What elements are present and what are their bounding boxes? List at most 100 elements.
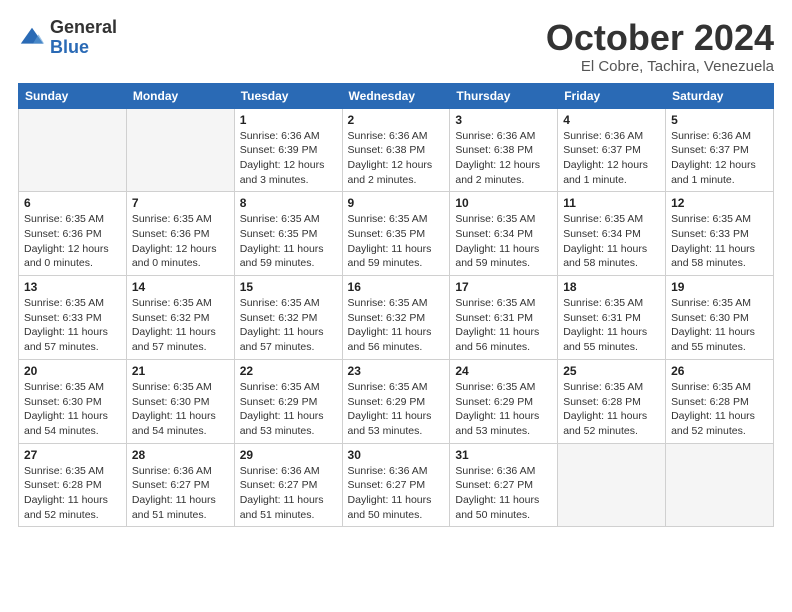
day-number: 12 — [671, 196, 768, 210]
day-number: 7 — [132, 196, 229, 210]
calendar-cell: 20 Sunrise: 6:35 AM Sunset: 6:30 PM Dayli… — [19, 359, 127, 443]
day-number: 27 — [24, 448, 121, 462]
day-info: Sunrise: 6:35 AM Sunset: 6:35 PM Dayligh… — [240, 212, 337, 271]
calendar-header-wednesday: Wednesday — [342, 83, 450, 108]
day-number: 2 — [348, 113, 445, 127]
day-info: Sunrise: 6:36 AM Sunset: 6:27 PM Dayligh… — [348, 464, 445, 523]
calendar-header-sunday: Sunday — [19, 83, 127, 108]
day-number: 23 — [348, 364, 445, 378]
day-info: Sunrise: 6:35 AM Sunset: 6:36 PM Dayligh… — [24, 212, 121, 271]
calendar-cell: 11Sunrise: 6:35 AM Sunset: 6:34 PM Dayli… — [558, 192, 666, 276]
day-number: 19 — [671, 280, 768, 294]
day-info: Sunrise: 6:35 AM Sunset: 6:29 PM Dayligh… — [455, 380, 552, 439]
month-title: October 2024 — [546, 18, 774, 58]
day-number: 28 — [132, 448, 229, 462]
day-number: 9 — [348, 196, 445, 210]
day-info: Sunrise: 6:35 AM Sunset: 6:30 PM Dayligh… — [24, 380, 121, 439]
calendar-cell: 13Sunrise: 6:35 AM Sunset: 6:33 PM Dayli… — [19, 276, 127, 360]
logo-icon — [18, 25, 46, 53]
day-number: 3 — [455, 113, 552, 127]
calendar-cell: 28Sunrise: 6:36 AM Sunset: 6:27 PM Dayli… — [126, 443, 234, 527]
day-info: Sunrise: 6:36 AM Sunset: 6:27 PM Dayligh… — [240, 464, 337, 523]
day-info: Sunrise: 6:36 AM Sunset: 6:38 PM Dayligh… — [455, 129, 552, 188]
day-info: Sunrise: 6:35 AM Sunset: 6:32 PM Dayligh… — [240, 296, 337, 355]
calendar-header-saturday: Saturday — [666, 83, 774, 108]
calendar-week-row: 6 Sunrise: 6:35 AM Sunset: 6:36 PM Daylig… — [19, 192, 774, 276]
calendar-cell: 24 Sunrise: 6:35 AM Sunset: 6:29 PM Dayli… — [450, 359, 558, 443]
day-number: 30 — [348, 448, 445, 462]
day-number: 5 — [671, 113, 768, 127]
day-info: Sunrise: 6:35 AM Sunset: 6:28 PM Dayligh… — [24, 464, 121, 523]
calendar-header-friday: Friday — [558, 83, 666, 108]
calendar-cell: 31Sunrise: 6:36 AM Sunset: 6:27 PM Dayli… — [450, 443, 558, 527]
calendar-header-row: SundayMondayTuesdayWednesdayThursdayFrid… — [19, 83, 774, 108]
calendar-cell: 6 Sunrise: 6:35 AM Sunset: 6:36 PM Daylig… — [19, 192, 127, 276]
day-number: 18 — [563, 280, 660, 294]
calendar: SundayMondayTuesdayWednesdayThursdayFrid… — [18, 83, 774, 528]
day-number: 8 — [240, 196, 337, 210]
day-number: 25 — [563, 364, 660, 378]
location: El Cobre, Tachira, Venezuela — [546, 58, 774, 75]
calendar-cell: 14Sunrise: 6:35 AM Sunset: 6:32 PM Dayli… — [126, 276, 234, 360]
day-info: Sunrise: 6:35 AM Sunset: 6:33 PM Dayligh… — [671, 212, 768, 271]
day-number: 11 — [563, 196, 660, 210]
day-info: Sunrise: 6:35 AM Sunset: 6:28 PM Dayligh… — [671, 380, 768, 439]
day-number: 26 — [671, 364, 768, 378]
calendar-cell: 30 Sunrise: 6:36 AM Sunset: 6:27 PM Dayli… — [342, 443, 450, 527]
day-number: 21 — [132, 364, 229, 378]
day-number: 1 — [240, 113, 337, 127]
day-number: 6 — [24, 196, 121, 210]
day-number: 31 — [455, 448, 552, 462]
calendar-week-row: 20 Sunrise: 6:35 AM Sunset: 6:30 PM Dayli… — [19, 359, 774, 443]
day-info: Sunrise: 6:35 AM Sunset: 6:30 PM Dayligh… — [132, 380, 229, 439]
day-number: 22 — [240, 364, 337, 378]
header: General Blue October 2024 El Cobre, Tach… — [18, 18, 774, 75]
day-info: Sunrise: 6:35 AM Sunset: 6:36 PM Dayligh… — [132, 212, 229, 271]
calendar-cell: 12 Sunrise: 6:35 AM Sunset: 6:33 PM Dayli… — [666, 192, 774, 276]
calendar-cell — [558, 443, 666, 527]
day-number: 16 — [348, 280, 445, 294]
calendar-cell: 8 Sunrise: 6:35 AM Sunset: 6:35 PM Daylig… — [234, 192, 342, 276]
day-info: Sunrise: 6:36 AM Sunset: 6:38 PM Dayligh… — [348, 129, 445, 188]
calendar-cell: 23Sunrise: 6:35 AM Sunset: 6:29 PM Dayli… — [342, 359, 450, 443]
day-info: Sunrise: 6:36 AM Sunset: 6:37 PM Dayligh… — [563, 129, 660, 188]
calendar-cell: 22 Sunrise: 6:35 AM Sunset: 6:29 PM Dayli… — [234, 359, 342, 443]
logo-general: General — [50, 18, 117, 38]
day-info: Sunrise: 6:35 AM Sunset: 6:34 PM Dayligh… — [455, 212, 552, 271]
calendar-week-row: 1 Sunrise: 6:36 AM Sunset: 6:39 PM Daylig… — [19, 108, 774, 192]
day-number: 20 — [24, 364, 121, 378]
day-info: Sunrise: 6:35 AM Sunset: 6:29 PM Dayligh… — [240, 380, 337, 439]
calendar-cell: 17Sunrise: 6:35 AM Sunset: 6:31 PM Dayli… — [450, 276, 558, 360]
calendar-cell: 21 Sunrise: 6:35 AM Sunset: 6:30 PM Dayli… — [126, 359, 234, 443]
calendar-cell: 15 Sunrise: 6:35 AM Sunset: 6:32 PM Dayli… — [234, 276, 342, 360]
calendar-cell: 25 Sunrise: 6:35 AM Sunset: 6:28 PM Dayli… — [558, 359, 666, 443]
calendar-cell: 5 Sunrise: 6:36 AM Sunset: 6:37 PM Daylig… — [666, 108, 774, 192]
calendar-cell: 29Sunrise: 6:36 AM Sunset: 6:27 PM Dayli… — [234, 443, 342, 527]
day-number: 24 — [455, 364, 552, 378]
logo-blue: Blue — [50, 38, 117, 58]
day-info: Sunrise: 6:35 AM Sunset: 6:28 PM Dayligh… — [563, 380, 660, 439]
calendar-week-row: 27 Sunrise: 6:35 AM Sunset: 6:28 PM Dayli… — [19, 443, 774, 527]
day-info: Sunrise: 6:36 AM Sunset: 6:37 PM Dayligh… — [671, 129, 768, 188]
day-info: Sunrise: 6:35 AM Sunset: 6:31 PM Dayligh… — [563, 296, 660, 355]
day-number: 4 — [563, 113, 660, 127]
calendar-cell: 3 Sunrise: 6:36 AM Sunset: 6:38 PM Daylig… — [450, 108, 558, 192]
calendar-cell: 27 Sunrise: 6:35 AM Sunset: 6:28 PM Dayli… — [19, 443, 127, 527]
calendar-cell — [666, 443, 774, 527]
calendar-cell — [19, 108, 127, 192]
day-info: Sunrise: 6:36 AM Sunset: 6:39 PM Dayligh… — [240, 129, 337, 188]
day-info: Sunrise: 6:35 AM Sunset: 6:32 PM Dayligh… — [132, 296, 229, 355]
calendar-cell: 26 Sunrise: 6:35 AM Sunset: 6:28 PM Dayli… — [666, 359, 774, 443]
logo-text: General Blue — [50, 18, 117, 58]
calendar-header-tuesday: Tuesday — [234, 83, 342, 108]
day-number: 15 — [240, 280, 337, 294]
day-info: Sunrise: 6:35 AM Sunset: 6:33 PM Dayligh… — [24, 296, 121, 355]
calendar-header-thursday: Thursday — [450, 83, 558, 108]
calendar-cell: 19Sunrise: 6:35 AM Sunset: 6:30 PM Dayli… — [666, 276, 774, 360]
calendar-cell: 10Sunrise: 6:35 AM Sunset: 6:34 PM Dayli… — [450, 192, 558, 276]
logo: General Blue — [18, 18, 117, 58]
calendar-week-row: 13Sunrise: 6:35 AM Sunset: 6:33 PM Dayli… — [19, 276, 774, 360]
calendar-cell: 2 Sunrise: 6:36 AM Sunset: 6:38 PM Daylig… — [342, 108, 450, 192]
calendar-header-monday: Monday — [126, 83, 234, 108]
day-number: 17 — [455, 280, 552, 294]
